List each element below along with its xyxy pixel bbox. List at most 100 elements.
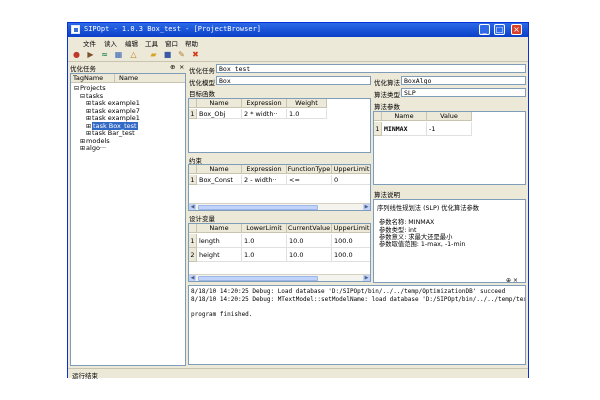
- algo-params-row-number: 1: [374, 122, 382, 136]
- constraints-cell-expression[interactable]: 2 - width··: [242, 175, 287, 185]
- pin-icon[interactable]: ⊕: [506, 277, 511, 284]
- algo-params-cell-value[interactable]: -1: [427, 122, 472, 136]
- design-vars-title: 设计变量: [189, 215, 215, 223]
- constraints-table[interactable]: Name Expression FunctionType UpperLimit …: [188, 164, 371, 211]
- constraints-col-name[interactable]: Name: [197, 165, 242, 174]
- log-line: program finished.: [191, 310, 253, 318]
- table-icon[interactable]: ▦: [113, 49, 124, 60]
- algo-params-corner: [374, 112, 382, 121]
- tree-col-tagname[interactable]: TagName: [71, 74, 115, 83]
- scroll-right-icon[interactable]: ▶: [363, 275, 370, 281]
- minimize-button[interactable]: _: [479, 24, 490, 35]
- save-icon[interactable]: ■: [162, 49, 173, 60]
- log-close-icon[interactable]: ×: [513, 277, 518, 284]
- constraints-cell-name[interactable]: Box_Const: [197, 175, 242, 185]
- constraints-cell-upperlimit[interactable]: 0: [332, 175, 370, 185]
- design-vars-scroll-thumb[interactable]: [198, 276, 318, 281]
- tree-expander-icon[interactable]: ⊞: [80, 145, 85, 152]
- edit-icon[interactable]: ✎: [176, 49, 187, 60]
- constraints-col-expression[interactable]: Expression: [242, 165, 287, 174]
- log-pane[interactable]: 8/18/10 14:20:25 Debug: Load database 'D…: [188, 285, 526, 365]
- log-pane-controls: ⊕ ×: [506, 277, 528, 285]
- log-line: 8/18/10 14:20:25 Debug: MTextModel::setM…: [191, 295, 526, 303]
- task-label: 优化任务: [189, 67, 215, 75]
- algo-params-col-value[interactable]: Value: [427, 112, 472, 121]
- design-vars-cell-name[interactable]: height: [197, 248, 242, 262]
- constraints-cell-functiontype[interactable]: <=: [287, 175, 332, 185]
- triangle-icon[interactable]: △: [128, 49, 139, 60]
- design-vars-table[interactable]: Name LowerLimit CurrentValue UpperLimit …: [188, 223, 371, 282]
- objective-col-name[interactable]: Name: [197, 99, 242, 108]
- chart-icon[interactable]: ≈: [99, 49, 110, 60]
- algo-params-cell-name[interactable]: MINMAX: [382, 122, 427, 136]
- status-text: 运行结束: [72, 372, 98, 380]
- objective-table[interactable]: Name Expression Weight 1 Box_Obj 2 * wid…: [188, 98, 371, 153]
- design-vars-cell-upperlimit[interactable]: 100.0: [332, 248, 370, 262]
- objective-col-expression[interactable]: Expression: [242, 99, 287, 108]
- task-field[interactable]: Box_test: [216, 64, 526, 73]
- menu-bar: 文件 读入 编辑 工具 窗口 帮助: [68, 37, 528, 48]
- constraints-corner: [189, 165, 197, 174]
- algo-desc-title: 算法说明: [374, 191, 400, 199]
- model-field[interactable]: Box: [216, 76, 371, 85]
- algo-params-title: 算法参数: [374, 103, 400, 111]
- algorithm-field[interactable]: BoxAlgo: [401, 76, 526, 85]
- toolbar: ● ▶ ≈ ▦ △ ▰ ■ ✎ ✖: [68, 47, 528, 62]
- design-vars-col-currentvalue[interactable]: CurrentValue: [287, 224, 332, 233]
- design-vars-corner: [189, 224, 197, 233]
- constraints-col-functiontype[interactable]: FunctionType: [287, 165, 332, 174]
- algorithm-type-label: 算法类型: [374, 91, 400, 99]
- design-vars-scrollbar[interactable]: ◀ ▶: [189, 274, 370, 281]
- tree-item[interactable]: ⊞algo···: [80, 144, 106, 152]
- close-button[interactable]: ×: [511, 24, 522, 35]
- task-tree[interactable]: TagName Name ⊟Projects ⊟tasks ⊞task exampl…: [70, 73, 186, 366]
- scroll-left-icon[interactable]: ◀: [189, 275, 196, 281]
- run-icon[interactable]: ▶: [85, 49, 96, 60]
- design-vars-cell-currentvalue[interactable]: 10.0: [287, 234, 332, 248]
- design-vars-col-upperlimit[interactable]: UpperLimit: [332, 224, 370, 233]
- algorithm-type-field[interactable]: SLP: [401, 88, 526, 97]
- scroll-left-icon[interactable]: ◀: [189, 204, 196, 210]
- design-vars-cell-lowerlimit[interactable]: 1.0: [242, 248, 287, 262]
- design-vars-cell-currentvalue[interactable]: 10.0: [287, 248, 332, 262]
- algo-desc-line: 序列线性规划法 (SLP) 优化算法参数: [377, 205, 480, 212]
- title-bar[interactable]: SIPOpt - 1.0.3 Box_test - [ProjectBrowse…: [68, 23, 528, 37]
- tree-col-name[interactable]: Name: [115, 74, 185, 83]
- task-panel-title: 优化任务: [70, 65, 96, 73]
- task-panel-header: 优化任务 ⊕ ×: [70, 63, 186, 73]
- objective-title: 目标函数: [189, 90, 215, 98]
- design-vars-row-number: 2: [189, 248, 197, 262]
- design-vars-cell-lowerlimit[interactable]: 1.0: [242, 234, 287, 248]
- objective-cell-name[interactable]: Box_Obj: [197, 109, 242, 119]
- scroll-right-icon[interactable]: ▶: [363, 204, 370, 210]
- log-line: 8/18/10 14:20:25 Debug: Load database 'D…: [191, 288, 506, 295]
- tree-body: ⊟Projects ⊟tasks ⊞task example1 ⊞task examp…: [71, 84, 185, 364]
- algo-desc-box: 序列线性规划法 (SLP) 优化算法参数 参数名称: MINMAX 参数类型: in…: [373, 199, 526, 283]
- design-vars-col-name[interactable]: Name: [197, 224, 242, 233]
- algo-desc-line: 参数取值范围: 1-max, -1-min: [379, 241, 466, 248]
- objective-cell-weight[interactable]: 1.0: [287, 109, 327, 119]
- panel-close-icon[interactable]: ×: [179, 63, 184, 71]
- open-folder-icon[interactable]: ▰: [148, 49, 159, 60]
- stop-icon[interactable]: ●: [71, 49, 82, 60]
- objective-cell-expression[interactable]: 2 * width··: [242, 109, 287, 119]
- objective-col-weight[interactable]: Weight: [287, 99, 327, 108]
- algo-params-table[interactable]: Name Value 1 MINMAX -1: [373, 111, 526, 185]
- main-window: SIPOpt - 1.0.3 Box_test - [ProjectBrowse…: [67, 22, 529, 380]
- design-vars-cell-upperlimit[interactable]: 100.0: [332, 234, 370, 248]
- objective-corner: [189, 99, 197, 108]
- maximize-button[interactable]: □: [494, 24, 505, 35]
- tree-expander-icon[interactable]: ⊟: [74, 85, 79, 92]
- design-vars-col-lowerlimit[interactable]: LowerLimit: [242, 224, 287, 233]
- constraints-row-number: 1: [189, 175, 197, 185]
- design-vars-cell-name[interactable]: length: [197, 234, 242, 248]
- pin-icon[interactable]: ⊕: [170, 63, 175, 71]
- algo-params-col-name[interactable]: Name: [382, 112, 427, 121]
- tree-expander-icon[interactable]: ⊟: [80, 93, 85, 100]
- design-vars-row-number: 1: [189, 234, 197, 248]
- constraints-col-upperlimit[interactable]: UpperLimit: [332, 165, 370, 174]
- constraints-scroll-thumb[interactable]: [198, 205, 318, 210]
- delete-icon[interactable]: ✖: [190, 49, 201, 60]
- constraints-scrollbar[interactable]: ◀ ▶: [189, 203, 370, 210]
- objective-row-number: 1: [189, 109, 197, 119]
